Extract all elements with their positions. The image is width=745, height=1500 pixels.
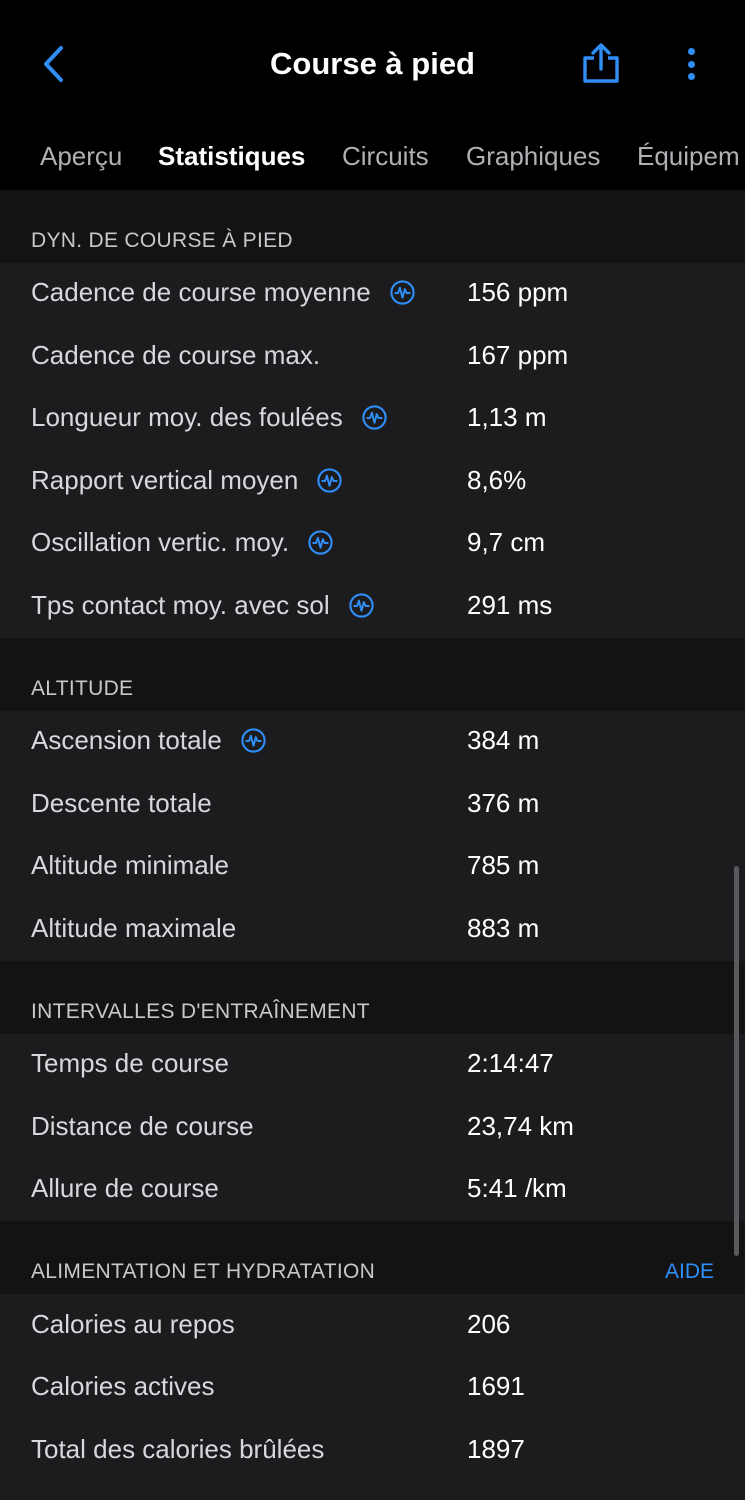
section-title: DYN. DE COURSE À PIED	[31, 229, 293, 252]
stat-value: 883 m	[467, 913, 540, 943]
tab-graphiques[interactable]: Graphiques	[466, 136, 600, 176]
section-title: INTERVALLES D'ENTRAÎNEMENT	[31, 1000, 370, 1023]
stat-row-avg-cadence: Cadence de course moyenne 156 ppm	[0, 263, 745, 325]
section-header-nutrition: ALIMENTATION ET HYDRATATION AIDE	[0, 1221, 745, 1294]
more-options-button[interactable]	[678, 44, 704, 84]
stat-row-avg-vertical-oscillation: Oscillation vertic. moy. 9,7 cm	[0, 513, 745, 575]
stat-value: 291 ms	[467, 590, 553, 620]
share-icon	[583, 43, 619, 83]
stat-label: Calories actives	[31, 1371, 215, 1401]
stat-label: Calories au repos	[31, 1309, 235, 1339]
tab-statistiques[interactable]: Statistiques	[158, 136, 305, 176]
section-header-intervals: INTERVALLES D'ENTRAÎNEMENT	[0, 961, 745, 1034]
stat-value: 5:41 /km	[467, 1173, 567, 1203]
stat-value: 206	[467, 1309, 511, 1339]
section-title: ALTITUDE	[31, 677, 134, 700]
stat-label: Cadence de course max.	[31, 340, 321, 370]
stat-row-max-cadence: Cadence de course max. 167 ppm	[0, 326, 745, 388]
stat-label: Altitude minimale	[31, 850, 229, 880]
stat-label: Longueur moy. des foulées	[31, 402, 343, 432]
stat-label: Tps contact moy. avec sol	[31, 590, 330, 620]
stat-label: Total des calories brûlées	[31, 1434, 325, 1464]
stat-label: Descente totale	[31, 788, 212, 818]
stat-row-max-altitude: Altitude maximale 883 m	[0, 899, 745, 961]
stat-row-run-distance: Distance de course 23,74 km	[0, 1097, 745, 1159]
stat-label: Oscillation vertic. moy.	[31, 527, 290, 557]
stat-label: Allure de course	[31, 1173, 219, 1203]
stat-row-run-time: Temps de course 2:14:47	[0, 1034, 745, 1096]
stat-row-total-calories: Total des calories brûlées 1897	[0, 1420, 745, 1482]
stat-row-active-calories: Calories actives 1691	[0, 1357, 745, 1419]
stat-label: Cadence de course moyenne	[31, 277, 371, 307]
running-dynamics-icon[interactable]	[361, 404, 388, 431]
stat-label: Temps de course	[31, 1048, 229, 1078]
tab-equipement[interactable]: Équipem	[637, 136, 740, 176]
stat-value: 2:14:47	[467, 1048, 554, 1078]
stat-value: 785 m	[467, 850, 540, 880]
stat-label: Rapport vertical moyen	[31, 465, 299, 495]
stat-value: 1,13 m	[467, 402, 547, 432]
app-header: Course à pied Aperçu Statistiques Circui…	[0, 0, 745, 204]
stat-row-total-ascent: Ascension totale 384 m	[0, 711, 745, 773]
stat-value: 9,7 cm	[467, 527, 546, 557]
share-button[interactable]	[580, 42, 622, 86]
stat-value: 376 m	[467, 788, 540, 818]
stat-row-avg-ground-contact: Tps contact moy. avec sol 291 ms	[0, 576, 745, 638]
stat-row-avg-stride-length: Longueur moy. des foulées 1,13 m	[0, 388, 745, 450]
stat-value: 156 ppm	[467, 277, 569, 307]
section-title: ALIMENTATION ET HYDRATATION	[31, 1260, 376, 1283]
stat-label: Ascension totale	[31, 725, 222, 755]
stat-row-resting-calories: Calories au repos 206	[0, 1295, 745, 1357]
stat-label: Distance de course	[31, 1111, 254, 1141]
statistics-list[interactable]: DYN. DE COURSE À PIED Cadence de course …	[0, 190, 745, 1500]
stat-value: 1691	[467, 1371, 525, 1401]
stat-row-min-altitude: Altitude minimale 785 m	[0, 836, 745, 898]
help-link[interactable]: AIDE	[665, 1260, 714, 1284]
section-header-running-dynamics: DYN. DE COURSE À PIED	[0, 190, 745, 263]
stat-row-total-descent: Descente totale 376 m	[0, 774, 745, 836]
stat-row-run-pace: Allure de course 5:41 /km	[0, 1159, 745, 1221]
tab-circuits[interactable]: Circuits	[342, 136, 429, 176]
running-dynamics-icon[interactable]	[240, 727, 267, 754]
stat-value: 8,6%	[467, 465, 527, 495]
stat-value: 23,74 km	[467, 1111, 574, 1141]
more-vertical-icon	[687, 48, 695, 55]
scrollbar[interactable]	[734, 866, 739, 1256]
running-dynamics-icon[interactable]	[389, 279, 416, 306]
running-dynamics-icon[interactable]	[348, 592, 375, 619]
running-dynamics-icon[interactable]	[316, 467, 343, 494]
section-header-altitude: ALTITUDE	[0, 638, 745, 711]
stat-label: Altitude maximale	[31, 913, 237, 943]
running-dynamics-icon[interactable]	[307, 529, 334, 556]
stat-value: 167 ppm	[467, 340, 569, 370]
stat-row-avg-vertical-ratio: Rapport vertical moyen 8,6%	[0, 451, 745, 513]
page-title: Course à pied	[270, 46, 475, 81]
stat-value: 1897	[467, 1434, 525, 1464]
stat-value: 384 m	[467, 725, 540, 755]
tab-apercu[interactable]: Aperçu	[40, 136, 122, 176]
